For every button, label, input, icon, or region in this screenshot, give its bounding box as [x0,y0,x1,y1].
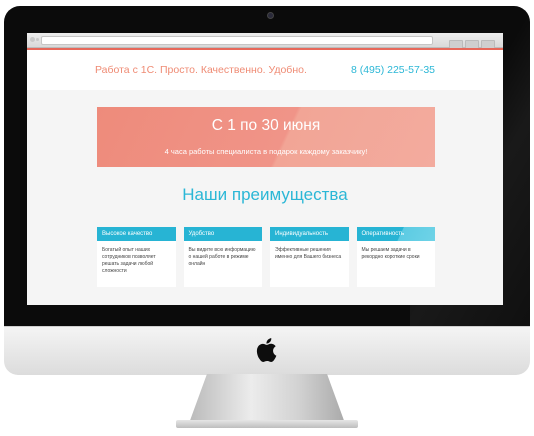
promo-banner: С 1 по 30 июня 4 часа работы специалиста… [97,107,435,167]
advantage-card: Удобство Вы видите всю информацию о наше… [183,227,262,287]
advantage-card: Индивидуальность Эффективные решения име… [270,227,349,287]
advantage-card: Высокое качество Богатый опыт наших сотр… [97,227,176,287]
camera-icon [267,12,274,19]
advantage-card-title: Высокое качество [97,227,176,241]
monitor-stand [188,374,346,426]
advantage-card: Оперативность Мы решаем задачи в рекордн… [356,227,435,287]
site-header: Работа с 1С. Просто. Качественно. Удобно… [27,50,503,90]
browser-toolbar [27,33,503,49]
advantage-card-text: Эффективные решения именно для Вашего би… [275,247,342,260]
screen: Работа с 1С. Просто. Качественно. Удобно… [27,33,503,305]
advantage-card-text: Мы решаем задачи в рекордно короткие сро… [361,247,420,260]
banner-title: С 1 по 30 июня [211,117,321,134]
banner-subtitle: 4 часа работы специалиста в подарок кажд… [164,147,368,156]
advantages-title: Наши преимущества [182,185,348,204]
forward-icon[interactable] [36,38,39,41]
monitor-stand-base [176,420,358,428]
address-bar[interactable] [41,36,433,45]
advantage-card-title: Индивидуальность [270,227,349,241]
apple-logo-icon [256,338,277,362]
advantage-card-text: Вы видите всю информацию о нашей работе … [188,247,256,267]
browser-buttons [447,36,497,49]
site-tagline: Работа с 1С. Просто. Качественно. Удобно… [95,64,307,76]
advantages-cards: Высокое качество Богатый опыт наших сотр… [97,227,435,287]
phone-number[interactable]: 8 (495) 225-57-35 [351,64,435,76]
advantage-card-text: Богатый опыт наших сотрудников позволяет… [102,247,156,274]
back-icon[interactable] [30,37,35,42]
advantage-card-title: Удобство [183,227,262,241]
advantage-card-title: Оперативность [356,227,435,241]
